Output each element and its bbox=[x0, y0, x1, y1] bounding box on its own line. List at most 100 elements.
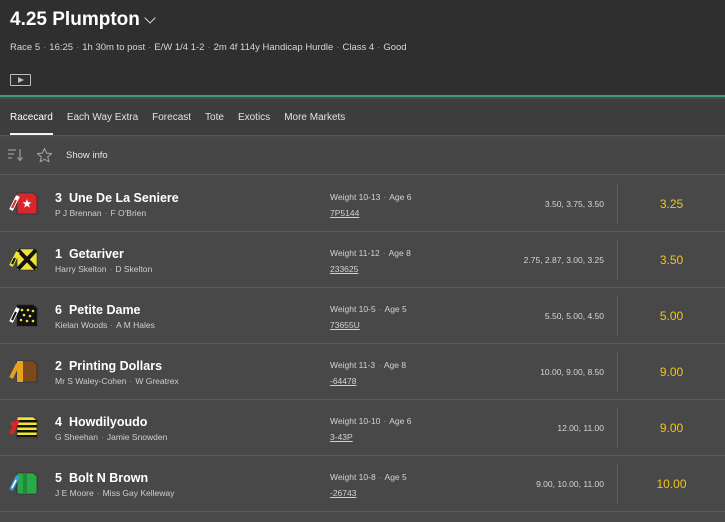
weight: Weight 10-13 bbox=[330, 192, 381, 202]
separator: · bbox=[383, 192, 387, 202]
odds-button[interactable]: 3.25 bbox=[618, 176, 725, 232]
odds-button[interactable]: 3.50 bbox=[618, 232, 725, 288]
video-icon[interactable] bbox=[10, 74, 31, 86]
info-separator: · bbox=[336, 42, 340, 53]
runner-row[interactable]: 2 Printing Dollars Mr S Waley-Cohen · W Grea… bbox=[0, 344, 725, 400]
odds-history: 3.50, 3.75, 3.50 bbox=[544, 199, 604, 209]
race-info-item: Class 4 bbox=[342, 42, 375, 53]
age: Age 8 bbox=[383, 360, 407, 370]
info-separator: · bbox=[76, 42, 80, 53]
separator: · bbox=[101, 432, 104, 442]
runner-row[interactable]: 4 Howdilyoudo G Sheehan · Jamie Snowden Weigh… bbox=[0, 400, 725, 456]
separator: · bbox=[109, 264, 113, 274]
tab-racecard[interactable]: Racecard bbox=[0, 99, 60, 135]
separator: · bbox=[104, 208, 108, 218]
runner-name[interactable]: 6 Petite Dame bbox=[55, 303, 141, 317]
jockey-silks-icon bbox=[9, 414, 41, 440]
runner-name-text: Petite Dame bbox=[68, 303, 141, 317]
weight: Weight 11-12 bbox=[330, 248, 380, 258]
runner-name-text: Getariver bbox=[68, 247, 124, 261]
runner-name[interactable]: 1 Getariver bbox=[55, 247, 124, 261]
trainer-name: A M Hales bbox=[116, 320, 155, 330]
runner-row[interactable]: 6 Petite Dame Kielan Woods · A M Hales Weight… bbox=[0, 288, 725, 344]
runner-name-text: Howdilyoudo bbox=[68, 415, 148, 429]
runner-name[interactable]: 3 Une De La Seniere bbox=[55, 191, 179, 205]
jockey-silks-icon bbox=[9, 470, 41, 496]
tab-exotics[interactable]: Exotics bbox=[231, 99, 277, 135]
runner-row[interactable]: 5 Bolt N Brown J E Moore · Miss Gay Kelleway… bbox=[0, 456, 725, 512]
race-title: 4.25 Plumpton bbox=[10, 9, 140, 30]
runner-name-text: Une De La Seniere bbox=[68, 191, 179, 205]
runner-number: 2 bbox=[55, 359, 62, 373]
race-info-item: 1h 30m to post bbox=[82, 42, 146, 53]
jockey-name: Harry Skelton bbox=[55, 264, 107, 274]
jockey-name: Mr S Waley-Cohen bbox=[55, 376, 127, 386]
race-info-item: 2m 4f 114y Handicap Hurdle bbox=[213, 42, 334, 53]
chevron-down-icon[interactable] bbox=[144, 11, 156, 24]
jockey-trainer: P J Brennan · F O'Brien bbox=[55, 208, 146, 218]
age: Age 5 bbox=[384, 304, 407, 314]
trainer-name: W Greatrex bbox=[135, 376, 179, 386]
info-separator: · bbox=[377, 42, 381, 53]
weight-age: Weight 11-12 · Age 8 bbox=[330, 248, 411, 258]
tab-each-way-extra[interactable]: Each Way Extra bbox=[60, 99, 145, 135]
age: Age 6 bbox=[389, 416, 412, 426]
info-separator: · bbox=[207, 42, 211, 53]
odds-button[interactable]: 9.00 bbox=[618, 344, 725, 400]
tab-more-markets[interactable]: More Markets bbox=[277, 99, 352, 135]
race-info: Race 5 · 16:25 · 1h 30m to post · E/W 1/4 1-2 ·… bbox=[10, 42, 407, 53]
jockey-trainer: Kielan Woods · A M Hales bbox=[55, 320, 155, 330]
form-link[interactable]: 233625 bbox=[330, 264, 358, 274]
jockey-trainer: G Sheehan · Jamie Snowden bbox=[55, 432, 167, 442]
runner-list: 3 Une De La Seniere P J Brennan · F O'Brien W… bbox=[0, 176, 725, 512]
runner-number: 6 bbox=[55, 303, 62, 317]
star-icon[interactable] bbox=[36, 147, 53, 164]
runner-name[interactable]: 5 Bolt N Brown bbox=[55, 471, 148, 485]
race-info-item: 16:25 bbox=[49, 42, 74, 53]
jockey-name: J E Moore bbox=[55, 488, 94, 498]
form-link[interactable]: -26743 bbox=[330, 488, 356, 498]
tab-tote[interactable]: Tote bbox=[198, 99, 231, 135]
market-tabs: Racecard Each Way Extra Forecast Tote Exotic… bbox=[0, 99, 725, 136]
jockey-trainer: Harry Skelton · D Skelton bbox=[55, 264, 152, 274]
odds-button[interactable]: 9.00 bbox=[618, 400, 725, 456]
jockey-trainer: J E Moore · Miss Gay Kelleway bbox=[55, 488, 174, 498]
jockey-silks-icon bbox=[9, 190, 41, 216]
odds-history: 10.00, 9.00, 8.50 bbox=[540, 367, 604, 377]
runner-number: 5 bbox=[55, 471, 62, 485]
race-selector[interactable]: 4.25 Plumpton bbox=[10, 9, 156, 31]
form-link[interactable]: 7P5144 bbox=[330, 208, 359, 218]
age: Age 5 bbox=[384, 472, 407, 482]
runner-name[interactable]: 2 Printing Dollars bbox=[55, 359, 162, 373]
info-separator: · bbox=[43, 42, 47, 53]
jockey-silks-icon bbox=[9, 358, 41, 384]
tab-forecast[interactable]: Forecast bbox=[145, 99, 198, 135]
runner-row[interactable]: 1 Getariver Harry Skelton · D Skelton Weight … bbox=[0, 232, 725, 288]
weight-age: Weight 10-8 · Age 5 bbox=[330, 472, 407, 482]
jockey-trainer: Mr S Waley-Cohen · W Greatrex bbox=[55, 376, 179, 386]
weight-age: Weight 10-10 · Age 6 bbox=[330, 416, 411, 426]
trainer-name: F O'Brien bbox=[110, 208, 147, 218]
jockey-silks-icon bbox=[9, 302, 41, 328]
show-info-button[interactable]: Show info bbox=[66, 150, 108, 161]
jockey-name: Kielan Woods bbox=[55, 320, 108, 330]
runner-number: 1 bbox=[55, 247, 62, 261]
age: Age 8 bbox=[388, 248, 411, 258]
separator: · bbox=[383, 416, 387, 426]
trainer-name: Miss Gay Kelleway bbox=[102, 488, 175, 498]
weight: Weight 10-8 bbox=[330, 472, 376, 482]
sort-icon[interactable] bbox=[8, 148, 24, 162]
odds-button[interactable]: 5.00 bbox=[618, 288, 725, 344]
trainer-name: Jamie Snowden bbox=[106, 432, 168, 442]
odds-history: 2.75, 2.87, 3.00, 3.25 bbox=[523, 255, 604, 265]
runner-row[interactable]: 3 Une De La Seniere P J Brennan · F O'Brien W… bbox=[0, 176, 725, 232]
runner-name[interactable]: 4 Howdilyoudo bbox=[55, 415, 147, 429]
separator: · bbox=[378, 360, 381, 370]
info-separator: · bbox=[148, 42, 152, 53]
form-link[interactable]: -64478 bbox=[330, 376, 356, 386]
separator: · bbox=[110, 320, 114, 330]
odds-button[interactable]: 10.00 bbox=[618, 456, 725, 512]
form-link[interactable]: 3-43P bbox=[330, 432, 353, 442]
odds-history: 12.00, 11.00 bbox=[557, 423, 604, 433]
form-link[interactable]: 73655U bbox=[330, 320, 360, 330]
